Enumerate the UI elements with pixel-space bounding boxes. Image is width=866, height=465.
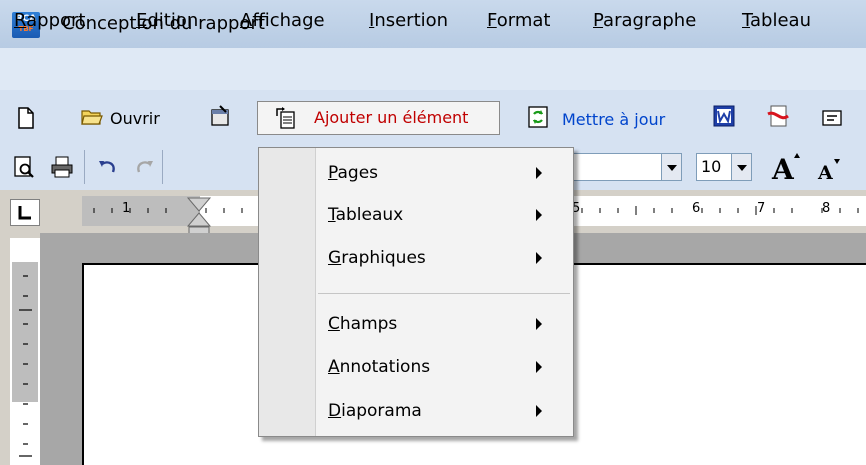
submenu-arrow-icon — [536, 405, 542, 417]
menu-item-label: Tableaux — [328, 205, 404, 225]
word-export-icon — [713, 105, 735, 127]
new-document-button[interactable] — [14, 106, 38, 135]
print-button[interactable] — [50, 155, 74, 184]
menu-item-label: Annotations — [328, 357, 431, 377]
add-element-icon — [276, 107, 295, 129]
submenu-arrow-icon — [536, 361, 542, 373]
ruler-number: 7 — [757, 201, 766, 216]
submenu-arrow-icon — [536, 318, 542, 330]
menu-item-label: Champs — [328, 314, 398, 334]
redo-icon — [137, 161, 153, 173]
menu-affichage[interactable]: Affichage — [240, 10, 325, 31]
font-size-dropdown-button[interactable] — [731, 154, 751, 180]
menu-bar — [0, 48, 866, 91]
new-document-icon — [18, 107, 34, 129]
svg-text:A: A — [817, 162, 833, 181]
update-label: Mettre à jour — [562, 110, 666, 129]
properties-button[interactable] — [208, 104, 232, 133]
add-element-icon-wrap — [274, 106, 298, 135]
pdf-export-button[interactable] — [766, 104, 790, 133]
vertical-ruler-ticks — [19, 275, 32, 457]
font-name-dropdown-button[interactable] — [661, 154, 681, 180]
mail-button[interactable] — [820, 106, 844, 135]
print-preview-icon — [14, 156, 34, 178]
svg-text:A: A — [771, 153, 795, 182]
menu-paragraphe[interactable]: Paragraphe — [593, 10, 696, 31]
submenu-arrow-icon — [536, 252, 542, 264]
font-size-value: 10 — [701, 157, 722, 176]
ruler-number: 1 — [122, 201, 131, 216]
open-folder-icon — [81, 110, 103, 125]
left-tab-icon — [18, 206, 31, 220]
tab-stop-selector[interactable] — [10, 199, 40, 226]
submenu-arrow-icon — [536, 209, 542, 221]
print-icon — [51, 156, 73, 178]
menu-item-label: Graphiques — [328, 248, 426, 268]
chevron-down-icon — [737, 165, 747, 171]
menu-format[interactable]: Format — [487, 10, 550, 31]
font-size-combo[interactable]: 10 — [696, 153, 752, 181]
ruler-number: 8 — [822, 201, 831, 216]
font-name-combo[interactable] — [560, 153, 682, 181]
update-button[interactable] — [526, 105, 550, 134]
menu-tableau[interactable]: Tableau — [742, 10, 811, 31]
refresh-icon — [528, 106, 548, 128]
properties-icon — [211, 105, 229, 126]
toolbar-separator — [84, 150, 85, 184]
undo-icon — [99, 161, 115, 173]
shrink-font-button[interactable]: A — [816, 157, 846, 186]
toolbar-separator — [162, 150, 163, 184]
menu-item-label: Diaporama — [328, 401, 422, 421]
print-preview-button[interactable] — [12, 155, 36, 184]
chevron-down-icon — [667, 165, 677, 171]
menu-separator — [318, 293, 570, 294]
menu-edition[interactable]: Edition — [136, 10, 198, 31]
redo-button[interactable] — [132, 156, 156, 185]
word-export-button[interactable] — [712, 104, 736, 133]
mail-icon — [822, 110, 842, 126]
menu-rapport[interactable]: Rapport — [14, 10, 85, 31]
shrink-font-icon: A — [817, 159, 840, 184]
pdf-export-icon — [767, 105, 789, 127]
submenu-arrow-icon — [536, 167, 542, 179]
undo-button[interactable] — [96, 156, 120, 185]
grow-font-icon: A — [771, 153, 800, 186]
menu-icon-gutter — [259, 148, 316, 436]
add-element-label: Ajouter un élément — [314, 108, 469, 127]
open-label: Ouvrir — [110, 109, 160, 128]
menu-insertion[interactable]: Insertion — [369, 10, 448, 31]
ruler-number: 6 — [692, 201, 701, 216]
menu-item-label: Pages — [328, 163, 379, 183]
grow-font-button[interactable]: A — [770, 152, 804, 187]
